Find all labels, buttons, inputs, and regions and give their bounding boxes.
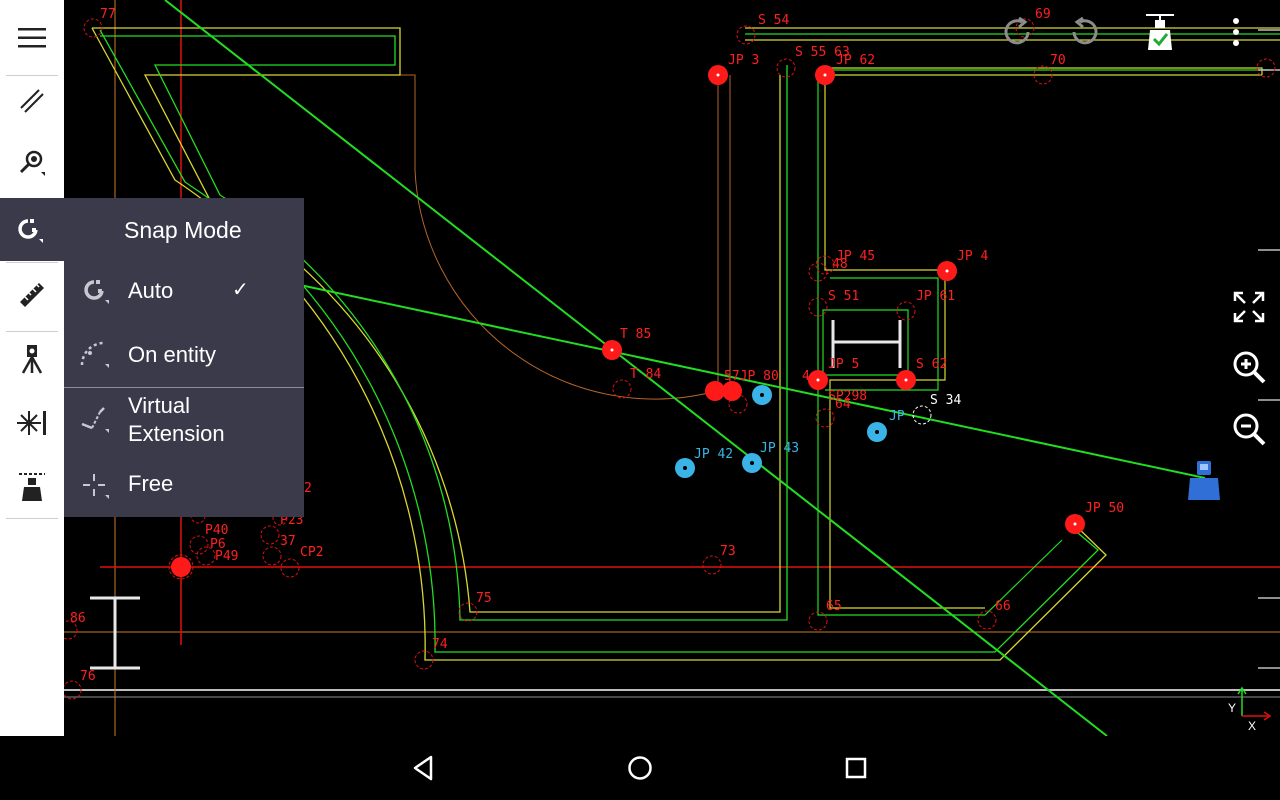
more-options-button[interactable] xyxy=(1218,10,1254,54)
recent-apps-square-icon xyxy=(845,757,867,779)
survey-tripod-icon xyxy=(21,345,43,374)
axis-x-label: X xyxy=(1248,719,1256,733)
drawing-label: JP 61 xyxy=(916,289,955,304)
nav-recents-button[interactable] xyxy=(836,748,876,788)
zoom-in-button[interactable] xyxy=(1228,346,1270,388)
back-triangle-icon xyxy=(413,755,433,781)
snap-option-label: Virtual Extension xyxy=(128,393,225,446)
drawing-label: 86 xyxy=(70,611,86,626)
laser-target-icon xyxy=(17,411,46,435)
sidebar-divider xyxy=(6,262,58,263)
nav-home-button[interactable] xyxy=(620,748,660,788)
drawing-label: JP 62 xyxy=(836,53,875,68)
drawing-label: P49 xyxy=(215,549,238,564)
drawing-label: 65 xyxy=(826,599,842,614)
drawing-label: JP 50 xyxy=(1085,501,1124,516)
home-circle-icon xyxy=(628,756,652,780)
drawing-label: 74 xyxy=(432,637,448,652)
left-toolbar xyxy=(0,0,64,736)
drawing-label: P40 xyxy=(205,523,228,538)
snap-option-auto[interactable]: Auto ✓ xyxy=(64,259,304,323)
redo-icon xyxy=(1004,16,1030,45)
hamburger-menu-icon xyxy=(18,28,46,48)
zoom-out-button[interactable] xyxy=(1228,408,1270,450)
snap-mode-menu: Auto ✓ On entity Virtual Extension Free xyxy=(64,259,304,517)
layout-marker-button[interactable] xyxy=(0,456,64,518)
search-zoom-button[interactable] xyxy=(0,132,64,194)
drawing-label: 57JP 80 xyxy=(724,369,779,384)
menu-button[interactable] xyxy=(0,7,64,69)
drawing-label: 77 xyxy=(100,7,116,22)
drawing-label: 2 xyxy=(304,481,312,496)
undo-icon xyxy=(1072,16,1098,45)
drawing-label: T 85 xyxy=(620,327,651,342)
drawing-label: JP 3 xyxy=(728,53,759,68)
drawing-label: CP2 xyxy=(300,545,323,560)
snap-option-free[interactable]: Free xyxy=(64,454,304,516)
measure-button[interactable] xyxy=(0,264,64,326)
drawing-label: S 54 xyxy=(758,13,789,28)
nav-back-button[interactable] xyxy=(404,748,444,788)
drawing-label: 70 xyxy=(1050,53,1066,68)
snap-magnet-icon xyxy=(14,216,44,249)
snap-option-label: Free xyxy=(128,471,174,496)
drawing-label: 73 xyxy=(720,544,736,559)
line-tool-button[interactable] xyxy=(0,70,64,132)
laser-button[interactable] xyxy=(0,392,64,454)
redo-button[interactable] xyxy=(996,10,1040,54)
drawing-label: 64 xyxy=(835,397,851,412)
snap-on-entity-icon xyxy=(80,341,110,375)
snap-free-icon xyxy=(80,472,110,506)
snap-option-on-entity[interactable]: On entity xyxy=(64,323,304,387)
drawing-label: 37 xyxy=(280,534,296,549)
drawing-label: S 34 xyxy=(930,393,961,408)
snap-auto-icon xyxy=(80,277,110,311)
marker-check-icon xyxy=(1146,14,1174,50)
drawing-label: S 62 xyxy=(916,357,947,372)
drawing-label: 76 xyxy=(80,669,96,684)
snap-option-virtual-extension[interactable]: Virtual Extension xyxy=(64,388,304,454)
layout-marker-icon xyxy=(19,473,45,501)
check-icon: ✓ xyxy=(232,279,249,301)
drawing-label: JP 5 xyxy=(828,357,859,372)
stake-confirm-button[interactable] xyxy=(1138,10,1182,54)
drawing-label: JP 42 xyxy=(694,447,733,462)
drawing-label: JP 43 xyxy=(760,441,799,456)
line-tool-icon xyxy=(20,89,44,113)
sidebar-divider xyxy=(6,518,58,519)
drawing-label: 66 xyxy=(995,599,1011,614)
fullscreen-button[interactable] xyxy=(1228,286,1270,328)
survey-button[interactable] xyxy=(0,328,64,390)
zoom-out-icon xyxy=(1233,413,1266,446)
drawing-label: 4 xyxy=(802,369,810,384)
drawing-label: JP 4 xyxy=(957,249,988,264)
undo-button[interactable] xyxy=(1062,10,1106,54)
drawing-label: T 84 xyxy=(630,367,661,382)
more-options-icon xyxy=(1233,18,1239,46)
measure-ruler-icon xyxy=(20,283,44,307)
drawing-label: JP xyxy=(889,409,905,424)
drawing-label: 48 xyxy=(832,257,848,272)
snap-mode-title: Snap Mode xyxy=(124,217,242,243)
zoom-in-icon xyxy=(1233,351,1266,384)
drawing-label: 75 xyxy=(476,591,492,606)
snap-option-label: On entity xyxy=(128,342,217,367)
drawing-label: S 51 xyxy=(828,289,859,304)
snap-option-label: Auto xyxy=(128,278,174,303)
snap-mode-header[interactable]: Snap Mode xyxy=(0,198,304,261)
system-navigation-bar xyxy=(0,736,1280,800)
fullscreen-expand-icon xyxy=(1233,291,1265,323)
search-zoom-icon xyxy=(19,150,45,176)
snap-virtual-extension-icon xyxy=(80,406,110,440)
axis-y-label: Y xyxy=(1228,701,1236,715)
